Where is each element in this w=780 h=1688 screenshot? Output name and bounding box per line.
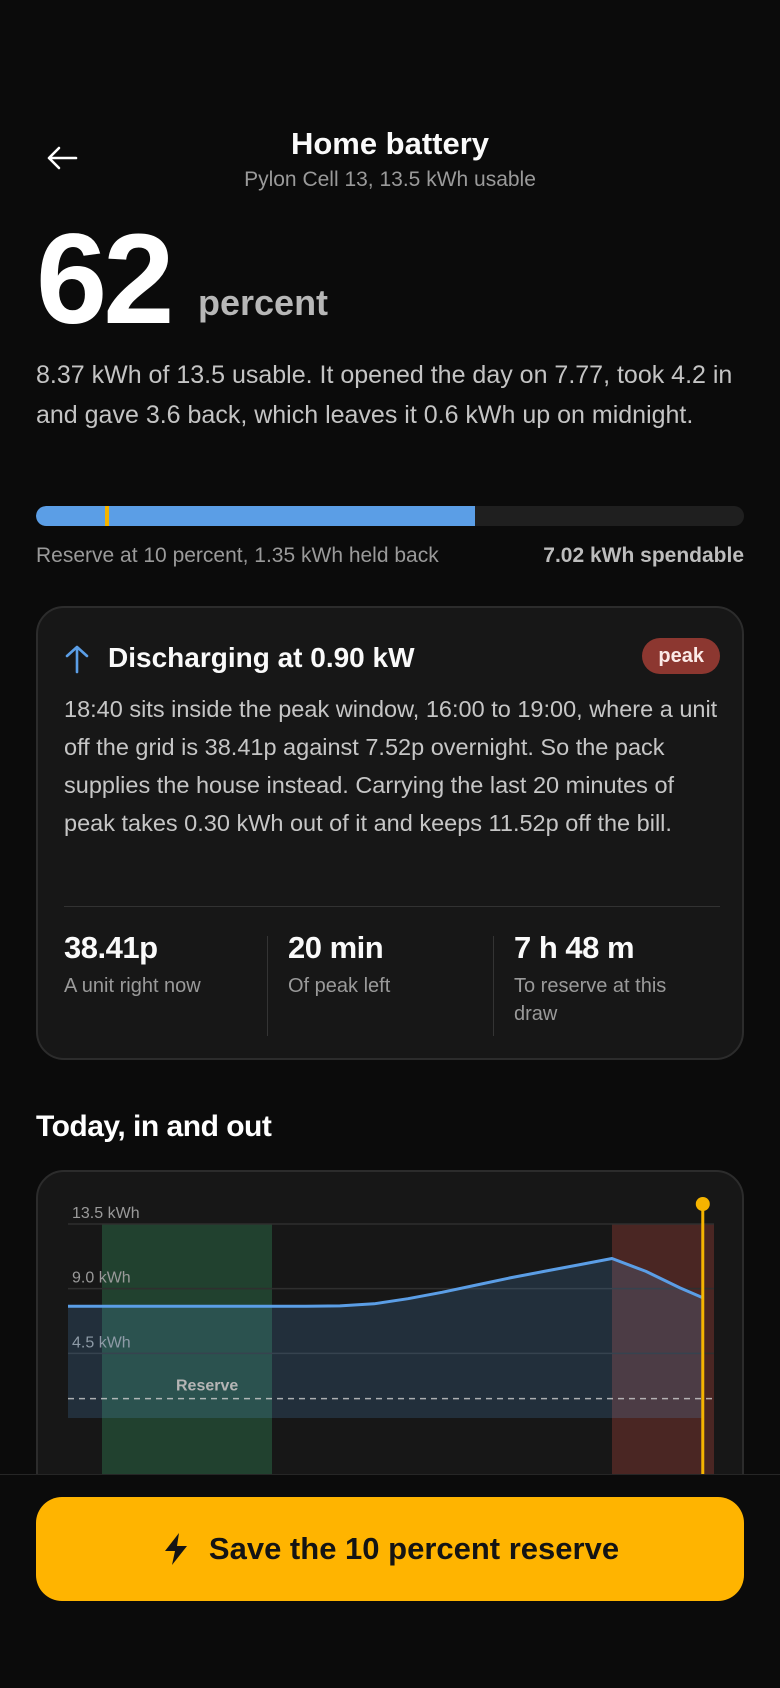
charge-unit: percent	[198, 282, 329, 323]
y-tick-label: 13.5 kWh	[72, 1205, 140, 1222]
y-tick-label: 9.0 kWh	[72, 1270, 131, 1287]
stats-row: 38.41p A unit right now 20 min Of peak l…	[64, 930, 720, 1040]
stat-time-to-reserve: 7 h 48 m To reserve at this draw	[514, 930, 714, 1034]
divider	[64, 906, 720, 907]
lightning-bolt-icon	[164, 1533, 187, 1565]
status-description: 18:40 sits inside the peak window, 16:00…	[64, 696, 718, 836]
status-row: Discharging at 0.90 kW peak	[64, 638, 720, 682]
status-card: Discharging at 0.90 kW peak 18:40 sits i…	[36, 606, 744, 1060]
page-title: Home battery	[290, 126, 490, 161]
save-reserve-button[interactable]: Save the 10 percent reserve	[36, 1497, 744, 1601]
page-subtitle: Pylon Cell 13, 13.5 kWh usable	[244, 168, 536, 191]
stat-value: 38.41p	[64, 930, 158, 965]
stat-label: Of peak left	[288, 975, 391, 997]
reserve-label: Reserve	[176, 1378, 238, 1395]
stat-value: 20 min	[288, 930, 384, 965]
spendable-label: 7.02 kWh spendable	[543, 544, 744, 567]
header: Home battery Pylon Cell 13, 13.5 kWh usa…	[0, 126, 780, 206]
charge-bar	[36, 506, 744, 526]
stat-peak-left: 20 min Of peak left	[288, 930, 488, 1034]
charge-summary: 8.37 kWh of 13.5 usable. It opened the d…	[36, 361, 733, 429]
arrow-up-icon	[65, 645, 89, 674]
now-marker-dot	[695, 1197, 710, 1211]
stat-unit-price: 38.41p A unit right now	[64, 930, 264, 1034]
charge-bar-labels: Reserve at 10 percent, 1.35 kWh held bac…	[36, 544, 744, 572]
stat-value: 7 h 48 m	[514, 930, 635, 965]
status-title: Discharging at 0.90 kW	[108, 642, 415, 673]
stat-divider	[493, 936, 494, 1036]
save-reserve-label: Save the 10 percent reserve	[208, 1531, 620, 1566]
chart-section-title: Today, in and out	[36, 1110, 272, 1143]
stat-label: To reserve at this draw	[514, 975, 667, 1025]
charge-bar-fill	[36, 506, 475, 526]
charge-percent: 62	[36, 208, 174, 351]
footer-bar: Save the 10 percent reserve	[0, 1474, 780, 1688]
reserve-label: Reserve at 10 percent, 1.35 kWh held bac…	[36, 544, 439, 567]
stat-label: A unit right now	[64, 975, 201, 997]
status-badge: peak	[642, 638, 720, 674]
reserve-marker	[104, 506, 109, 526]
stat-divider	[267, 936, 268, 1036]
